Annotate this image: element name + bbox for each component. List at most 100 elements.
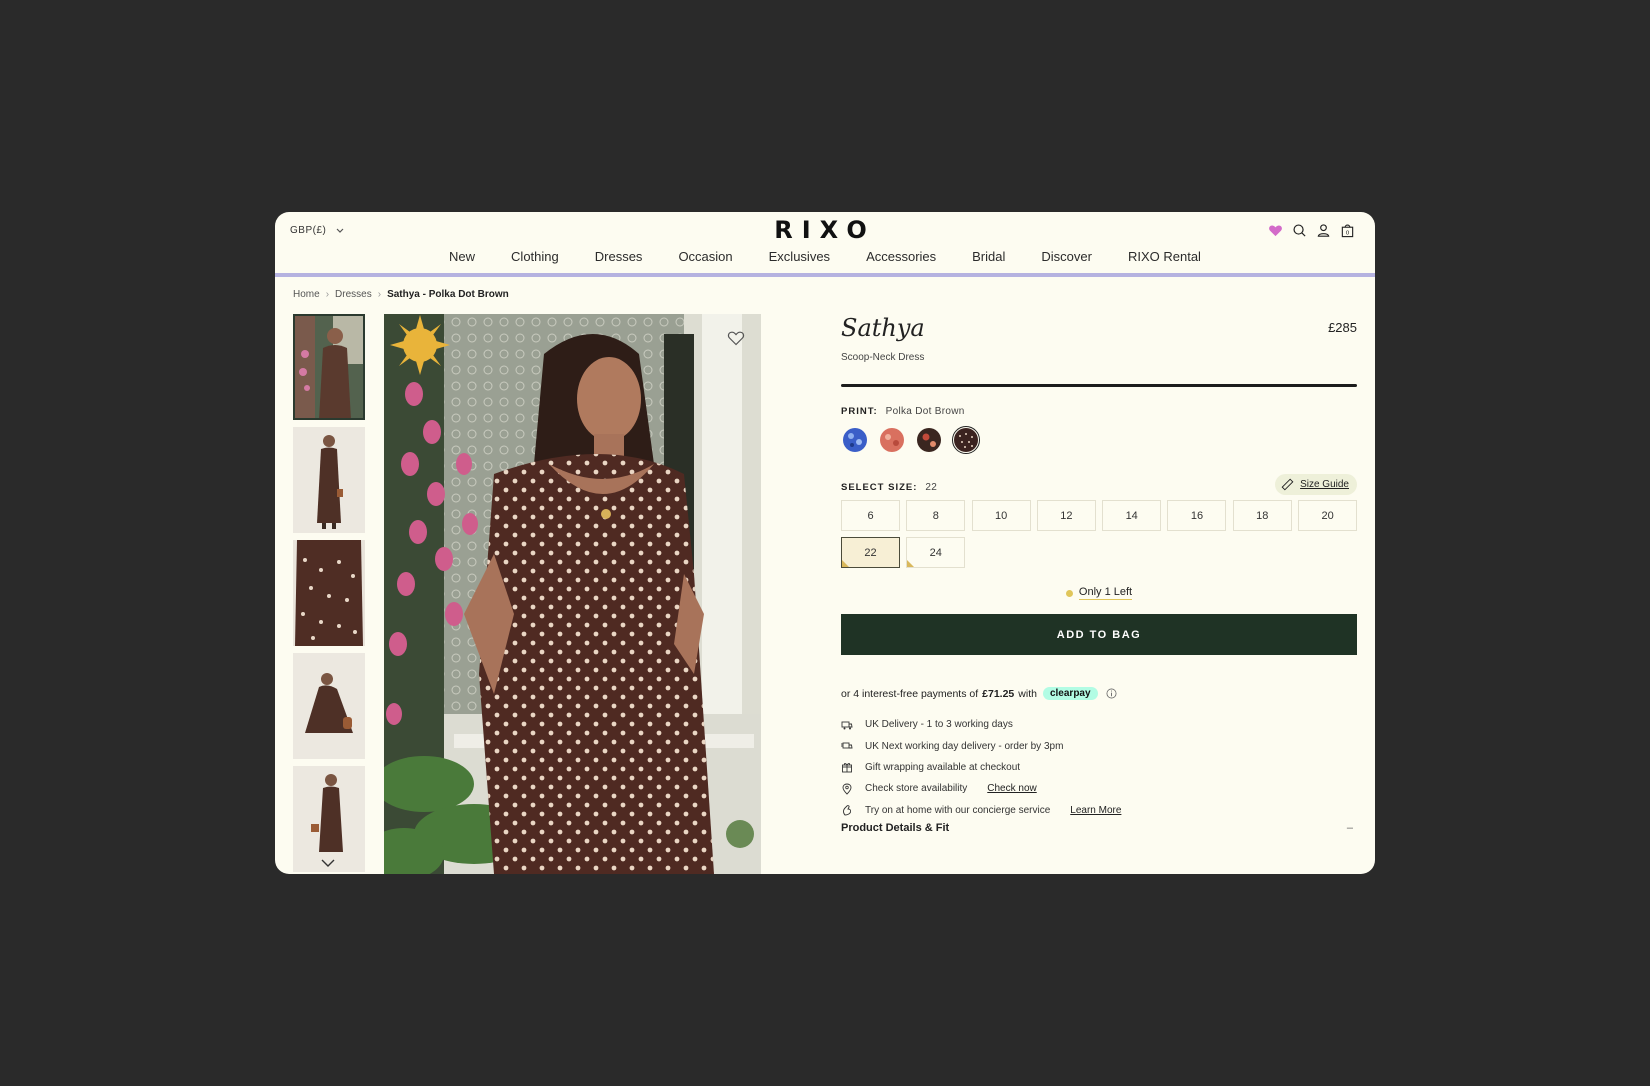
swatch-red-floral[interactable] <box>878 426 906 454</box>
check-now-link[interactable]: Check now <box>987 783 1036 794</box>
size-option-24[interactable]: 24 <box>906 537 966 568</box>
size-option-label: 12 <box>1060 509 1073 522</box>
breadcrumb-current: Sathya - Polka Dot Brown <box>387 289 509 300</box>
print-value: Polka Dot Brown <box>885 406 965 417</box>
size-option-14[interactable]: 14 <box>1102 500 1162 531</box>
size-option-12[interactable]: 12 <box>1036 500 1096 531</box>
feature-text: UK Next working day delivery - order by … <box>865 740 1064 752</box>
payment-info: or 4 interest-free payments of £71.25 wi… <box>841 687 1117 700</box>
thumbnail-gallery <box>293 314 365 874</box>
express-delivery-icon <box>841 742 853 749</box>
location-icon <box>842 783 852 795</box>
info-icon[interactable] <box>1106 688 1117 699</box>
delivery-icon <box>841 721 853 730</box>
print-swatches <box>841 426 980 454</box>
feature-uk-delivery: UK Delivery - 1 to 3 working days <box>841 714 1121 735</box>
svg-text:0: 0 <box>1346 231 1350 237</box>
thumbnail-3[interactable] <box>293 540 365 646</box>
swatch-blue-floral[interactable] <box>841 426 869 454</box>
stock-indicator: Only 1 Left <box>841 586 1357 600</box>
concierge-icon <box>843 805 852 816</box>
thumbnail-4[interactable] <box>293 653 365 759</box>
feature-text: Check store availability <box>865 783 968 795</box>
delivery-features: UK Delivery - 1 to 3 working days UK Nex… <box>841 714 1121 821</box>
clearpay-logo: clearpay <box>1042 687 1098 700</box>
brand-logo[interactable]: RIXO <box>275 216 1375 244</box>
thumbnail-1[interactable] <box>293 314 365 420</box>
feature-text: Gift wrapping available at checkout <box>865 761 1021 773</box>
size-option-8[interactable]: 8 <box>906 500 966 531</box>
swatch-polka-dot-brown[interactable] <box>952 426 980 454</box>
size-option-6[interactable]: 6 <box>841 500 900 531</box>
nav-item-dresses[interactable]: Dresses <box>577 249 661 264</box>
product-main-image[interactable] <box>384 314 761 874</box>
payment-amount: £71.25 <box>982 687 1015 700</box>
nav-item-discover[interactable]: Discover <box>1023 249 1110 264</box>
size-option-label: 20 <box>1321 509 1334 522</box>
breadcrumb: Home › Dresses › Sathya - Polka Dot Brow… <box>293 289 509 300</box>
size-guide-label: Size Guide <box>1300 479 1349 490</box>
feature-concierge: Try on at home with our concierge servic… <box>841 800 1121 821</box>
size-option-20[interactable]: 20 <box>1298 500 1358 531</box>
size-label-row: SELECT SIZE: 22 <box>841 482 937 493</box>
feature-gift-wrap: Gift wrapping available at checkout <box>841 757 1121 778</box>
swatch-dark-floral[interactable] <box>915 426 943 454</box>
size-option-label: 18 <box>1256 509 1269 522</box>
size-option-label: 24 <box>929 546 942 559</box>
nav-item-accessories[interactable]: Accessories <box>848 249 954 264</box>
nav-item-occasion[interactable]: Occasion <box>660 249 750 264</box>
breadcrumb-dresses[interactable]: Dresses <box>335 289 372 300</box>
size-option-label: 10 <box>994 509 1008 522</box>
size-options: 6 8 10 12 14 16 18 20 22 24 <box>841 500 1358 568</box>
size-option-label: 6 <box>867 509 874 522</box>
nav-item-clothing[interactable]: Clothing <box>493 249 577 264</box>
nav-divider <box>275 273 1375 277</box>
heart-icon[interactable] <box>1268 223 1283 238</box>
product-details-accordion[interactable]: Product Details & Fit – <box>841 822 1357 834</box>
thumbnail-2[interactable] <box>293 427 365 533</box>
feature-text: UK Delivery - 1 to 3 working days <box>865 719 1013 731</box>
size-label: SELECT SIZE: <box>841 482 918 493</box>
size-option-18[interactable]: 18 <box>1232 500 1292 531</box>
nav-item-bridal[interactable]: Bridal <box>954 249 1023 264</box>
product-details-heading: Product Details & Fit <box>841 822 950 834</box>
stock-text: Only 1 Left <box>1078 586 1133 600</box>
breadcrumb-home[interactable]: Home <box>293 289 320 300</box>
bag-icon[interactable]: 0 <box>1340 223 1355 238</box>
feature-store-availability: Check store availability Check now <box>841 778 1121 799</box>
exclusive-badge-icon <box>390 315 450 375</box>
low-stock-marker <box>842 560 849 567</box>
size-option-16[interactable]: 16 <box>1167 500 1227 531</box>
feature-text: Try on at home with our concierge servic… <box>865 804 1051 816</box>
size-option-label: 16 <box>1190 509 1204 522</box>
size-guide-link[interactable]: Size Guide <box>1275 474 1357 495</box>
main-nav: New Clothing Dresses Occasion Exclusives… <box>275 249 1375 264</box>
collapse-icon[interactable]: – <box>1347 822 1357 834</box>
chevron-right-icon: › <box>377 289 382 300</box>
print-label-row: PRINT: Polka Dot Brown <box>841 406 965 417</box>
product-title: Sathya <box>841 314 925 342</box>
size-option-22[interactable]: 22 <box>841 537 900 568</box>
stock-dot-icon <box>1065 589 1073 597</box>
learn-more-link[interactable]: Learn More <box>1070 805 1121 816</box>
account-icon[interactable] <box>1316 223 1331 238</box>
chevron-down-icon[interactable] <box>320 858 336 868</box>
thumbnail-5[interactable] <box>293 766 365 872</box>
product-subtitle: Scoop-Neck Dress <box>841 352 925 363</box>
add-to-bag-button[interactable]: ADD TO BAG <box>841 614 1357 655</box>
feature-next-day: UK Next working day delivery - order by … <box>841 735 1121 756</box>
nav-item-new[interactable]: New <box>431 249 493 264</box>
browser-window: GBP(£) RIXO 0 New Clothing Dresses Occas… <box>275 212 1375 874</box>
nav-item-exclusives[interactable]: Exclusives <box>751 249 848 264</box>
search-icon[interactable] <box>1292 223 1307 238</box>
chevron-right-icon: › <box>325 289 330 300</box>
size-option-label: 8 <box>932 509 939 522</box>
wishlist-heart-icon[interactable] <box>727 330 745 346</box>
gift-icon <box>842 763 852 773</box>
payment-prefix: or 4 interest-free payments of <box>841 687 979 700</box>
nav-item-rixo-rental[interactable]: RIXO Rental <box>1110 249 1219 264</box>
print-label: PRINT: <box>841 406 878 417</box>
size-option-10[interactable]: 10 <box>971 500 1031 531</box>
title-divider <box>841 384 1357 387</box>
size-value: 22 <box>925 482 938 493</box>
